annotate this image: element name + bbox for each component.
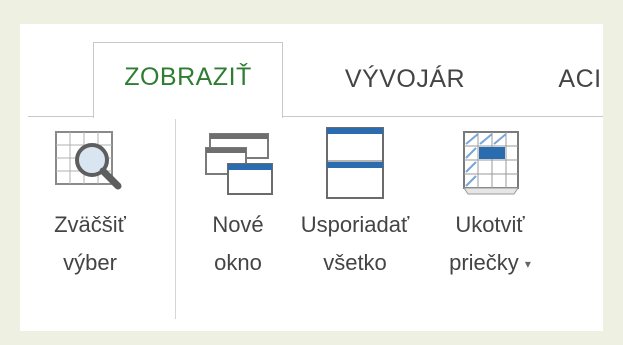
new-window-button[interactable]: Nové okno (188, 124, 288, 280)
command-label-line1: Ukotviť (455, 212, 525, 237)
command-label-line1: Zväčšiť (54, 212, 126, 237)
group-separator (175, 119, 176, 319)
arrange-all-icon (326, 127, 384, 199)
new-window-icon (205, 133, 273, 195)
command-label-line1: Usporiadať (300, 212, 410, 237)
tab-aci[interactable]: ACI (540, 50, 603, 108)
command-label-line2: všetko (323, 250, 387, 275)
command-label-line1: Nové (212, 212, 264, 237)
dropdown-arrow-icon[interactable]: ▾ (525, 257, 531, 271)
command-label-line2: priečky ▾ (430, 246, 550, 281)
freeze-panes-button[interactable]: Ukotviť priečky ▾ (430, 124, 550, 281)
command-label-text: priečky (449, 250, 519, 275)
zoom-to-selection-button[interactable]: Zväčšiť výber (30, 124, 150, 280)
tab-view[interactable]: ZOBRAZIŤ (93, 42, 283, 118)
command-label-line2: výber (63, 250, 117, 275)
zoom-to-selection-icon (55, 131, 122, 190)
freeze-panes-icon (463, 131, 519, 195)
tab-developer[interactable]: VÝVOJÁR (320, 50, 490, 108)
command-label-line2: okno (214, 250, 262, 275)
arrange-all-button[interactable]: Usporiadať všetko (290, 124, 420, 280)
ribbon: ZOBRAZIŤ VÝVOJÁR ACI Zväčšiť výber Nové … (20, 24, 603, 331)
